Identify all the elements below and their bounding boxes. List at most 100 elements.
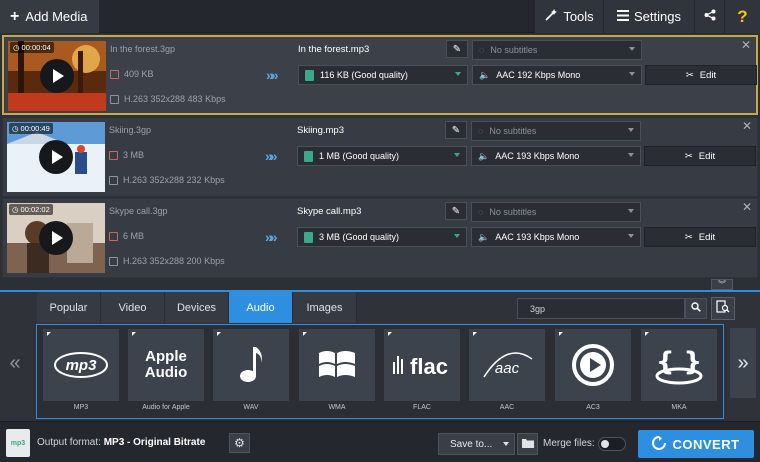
find-format-button[interactable] — [711, 297, 735, 320]
output-file-name[interactable]: Skype call.mp3 — [297, 206, 361, 217]
output-file-name[interactable]: Skiing.mp3 — [297, 125, 344, 136]
prev-presets-button[interactable]: « — [2, 328, 28, 398]
preset-mp3[interactable]: mp3 MP3 — [43, 329, 119, 415]
scissors-icon: ✂ — [685, 69, 694, 81]
film-icon — [109, 175, 118, 185]
chevron-down-icon — [454, 234, 460, 238]
quality-dropdown[interactable]: 116 KB (Good quality) — [298, 65, 468, 85]
source-codec-text: H.263 352x288 200 Kbps — [123, 256, 225, 266]
tab-images[interactable]: Images — [293, 292, 357, 323]
audio-track-dropdown[interactable]: 🔈 AAC 193 Kbps Mono — [471, 227, 641, 247]
rename-button[interactable]: ✎ — [445, 121, 467, 139]
output-format-label: Output format: — [37, 437, 101, 448]
preset-gallery: mp3 MP3 Apple Audio Audio for Apple WAV … — [36, 324, 724, 419]
source-file-name: Skiing.3gp — [109, 125, 152, 135]
quality-value: 1 MB (Good quality) — [319, 151, 400, 161]
gear-icon: ⚙ — [234, 436, 245, 450]
next-presets-button[interactable]: » — [730, 328, 756, 398]
audio-track-dropdown[interactable]: 🔈 AAC 192 Kbps Mono — [472, 65, 642, 85]
speaker-icon: 🔈 — [478, 150, 490, 161]
source-codec-text: H.263 352x288 232 Kbps — [123, 175, 225, 185]
preset-wma[interactable]: WMA — [299, 329, 375, 415]
play-icon[interactable] — [40, 59, 74, 93]
file-size-icon — [110, 69, 119, 79]
duration-badge: ◷ 00:00:04 — [10, 42, 54, 53]
edit-button[interactable]: ✂ Edit — [645, 65, 757, 85]
tab-popular[interactable]: Popular — [37, 292, 101, 323]
tab-devices[interactable]: Devices — [165, 292, 229, 323]
add-media-button[interactable]: + Add Media — [0, 0, 99, 33]
duration-text: 00:00:49 — [20, 124, 50, 133]
save-to-dropdown[interactable]: Save to... — [438, 433, 515, 455]
preset-audio-for-apple[interactable]: Apple Audio Audio for Apple — [128, 329, 204, 415]
subtitles-value: No subtitles — [490, 45, 538, 55]
merge-files-toggle[interactable] — [598, 437, 626, 451]
output-file-name[interactable]: In the forest.mp3 — [298, 44, 369, 55]
file-row[interactable]: ◷ 00:02:02 Skype call.3gp 6 MB H.263 352x… — [2, 198, 758, 278]
pencil-icon: ✎ — [451, 124, 461, 136]
source-codec: H.263 352x288 200 Kbps — [109, 256, 225, 266]
rename-button[interactable]: ✎ — [446, 40, 468, 58]
subtitles-dropdown[interactable]: ◌ No subtitles — [471, 202, 641, 222]
format-search-input[interactable]: 3gp — [517, 298, 685, 319]
preset-wav[interactable]: WAV — [213, 329, 289, 415]
file-size-icon — [109, 150, 118, 160]
play-icon[interactable] — [39, 221, 73, 255]
file-row[interactable]: ◷ 00:00:49 Skiing.3gp 3 MB H.263 352x288 … — [2, 117, 758, 197]
braces-icon: { } — [641, 329, 717, 401]
save-to-label: Save to... — [450, 438, 493, 450]
flac-icon: flac — [384, 329, 460, 401]
search-icon — [691, 302, 701, 315]
source-file-name: Skype call.3gp — [109, 206, 168, 216]
file-row[interactable]: ◷ 00:00:04 In the forest.3gp 409 KB H.263… — [2, 35, 758, 115]
format-panel: Popular Video Devices Audio Images 3gp «… — [0, 290, 760, 420]
preset-ac3[interactable]: AC3 — [555, 329, 631, 415]
quality-dropdown[interactable]: 3 MB (Good quality) — [297, 227, 467, 247]
aac-icon: aac — [469, 329, 545, 401]
rename-button[interactable]: ✎ — [445, 202, 467, 220]
speaker-icon: 🔈 — [478, 231, 490, 242]
format-settings-button[interactable]: ⚙ — [229, 433, 250, 453]
tab-video[interactable]: Video — [101, 292, 165, 323]
edit-button[interactable]: ✂ Edit — [644, 146, 756, 166]
video-thumbnail[interactable]: ◷ 00:00:49 — [7, 122, 105, 192]
magic-wand-icon — [544, 8, 558, 25]
output-format-value[interactable]: MP3 - Original Bitrate — [104, 437, 206, 448]
preset-label: AAC — [499, 404, 515, 411]
subtitles-dropdown[interactable]: ◌ No subtitles — [472, 40, 642, 60]
video-thumbnail[interactable]: ◷ 00:00:04 — [8, 41, 106, 111]
convert-button[interactable]: CONVERT — [638, 430, 754, 458]
close-icon[interactable]: ✕ — [741, 38, 751, 52]
speech-bubble-icon: ◌ — [479, 45, 485, 55]
convert-arrows-icon: »» — [265, 229, 277, 245]
edit-button[interactable]: ✂ Edit — [644, 227, 756, 247]
speaker-icon: 🔈 — [479, 69, 491, 80]
file-icon — [304, 231, 313, 243]
film-icon — [110, 94, 119, 104]
video-thumbnail[interactable]: ◷ 00:02:02 — [7, 203, 105, 273]
preset-flac[interactable]: flac FLAC — [384, 329, 460, 415]
search-button[interactable] — [685, 298, 707, 319]
format-tabs: Popular Video Devices Audio Images — [37, 292, 357, 323]
preset-aac[interactable]: aac AAC — [469, 329, 545, 415]
close-icon[interactable]: ✕ — [742, 200, 752, 214]
subtitles-dropdown[interactable]: ◌ No subtitles — [471, 121, 641, 141]
settings-button[interactable]: Settings — [604, 0, 694, 33]
collapse-panel-button[interactable]: ︾ — [711, 279, 733, 290]
play-icon[interactable] — [39, 140, 73, 174]
tools-button[interactable]: Tools — [535, 0, 603, 33]
clock-icon: ◷ — [12, 124, 19, 133]
svg-text:aac: aac — [495, 360, 520, 377]
chevron-down-icon — [629, 47, 635, 51]
open-folder-button[interactable] — [517, 433, 538, 455]
close-icon[interactable]: ✕ — [742, 119, 752, 133]
pencil-icon: ✎ — [451, 205, 461, 217]
help-button[interactable]: ? — [725, 0, 760, 33]
preset-mka[interactable]: { } MKA — [641, 329, 717, 415]
double-chevron-down-icon: ︾ — [718, 280, 726, 289]
audio-track-dropdown[interactable]: 🔈 AAC 193 Kbps Mono — [471, 146, 641, 166]
subtitles-value: No subtitles — [489, 126, 537, 136]
tab-audio[interactable]: Audio — [229, 292, 293, 323]
share-button[interactable] — [695, 0, 724, 33]
quality-dropdown[interactable]: 1 MB (Good quality) — [297, 146, 467, 166]
